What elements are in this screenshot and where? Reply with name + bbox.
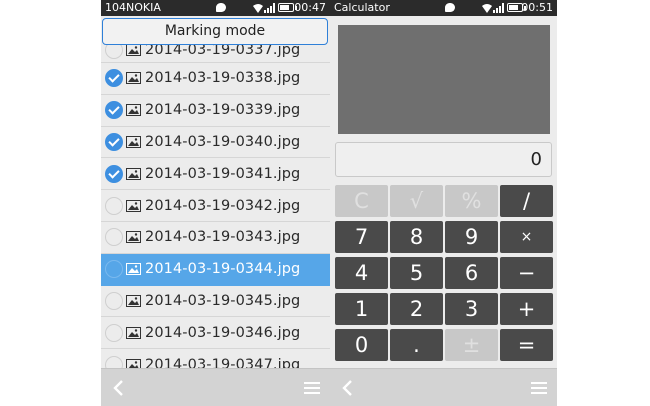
file-name: 2014-03-19-0338.jpg — [145, 70, 301, 87]
file-name: 2014-03-19-0341.jpg — [145, 165, 301, 182]
file-row[interactable]: 2014-03-19-0339.jpg — [101, 95, 330, 127]
file-row[interactable]: 2014-03-19-0340.jpg — [101, 127, 330, 159]
file-row[interactable]: 2014-03-19-0343.jpg — [101, 222, 330, 254]
image-file-icon — [126, 104, 141, 117]
key-4-1[interactable]: . — [390, 329, 443, 361]
key-1-1[interactable]: 8 — [390, 221, 443, 253]
split-view: 104NOKIA 00:47 Marking mode 2014-03-19-0… — [101, 0, 557, 406]
chat-notification-icon — [445, 3, 455, 12]
status-bar: Calculator 00:51 — [330, 0, 557, 16]
key-0-0: C — [335, 185, 388, 217]
selection-checkbox[interactable] — [105, 260, 123, 279]
status-title: Calculator — [334, 1, 390, 14]
key-2-2[interactable]: 6 — [445, 257, 498, 289]
file-row[interactable]: 2014-03-19-0345.jpg — [101, 286, 330, 318]
key-4-0[interactable]: 0 — [335, 329, 388, 361]
key-2-3[interactable]: − — [500, 257, 553, 289]
battery-icon — [278, 3, 297, 12]
file-row[interactable]: 2014-03-19-0337.jpg — [101, 41, 330, 63]
signal-icon — [264, 3, 275, 13]
navigation-bar — [101, 368, 330, 406]
key-3-3[interactable]: + — [500, 293, 553, 325]
menu-icon[interactable] — [529, 378, 549, 398]
image-file-icon — [126, 167, 141, 180]
file-row[interactable]: 2014-03-19-0342.jpg — [101, 190, 330, 222]
key-2-1[interactable]: 5 — [390, 257, 443, 289]
key-3-0[interactable]: 1 — [335, 293, 388, 325]
key-1-2[interactable]: 9 — [445, 221, 498, 253]
selection-checkbox[interactable] — [105, 228, 123, 247]
file-name: 2014-03-19-0339.jpg — [145, 102, 301, 119]
key-0-2: % — [445, 185, 498, 217]
status-title: 104NOKIA — [105, 1, 161, 14]
image-file-icon — [126, 263, 141, 276]
selection-checkbox[interactable] — [105, 132, 123, 151]
wifi-icon — [482, 4, 492, 13]
chat-notification-icon — [216, 3, 226, 12]
selection-checkbox[interactable] — [105, 291, 123, 310]
selection-checkbox[interactable] — [105, 101, 123, 120]
key-3-2[interactable]: 3 — [445, 293, 498, 325]
calculator-screen: Calculator 00:51 0 C √%/ 7 8 9 × 4 5 6− 1 2 3 +0. ± = — [330, 0, 557, 406]
file-name: 2014-03-19-0346.jpg — [145, 324, 301, 341]
image-file-icon — [126, 135, 141, 148]
key-4-2: ± — [445, 329, 498, 361]
file-row[interactable]: 2014-03-19-0338.jpg — [101, 63, 330, 95]
menu-icon[interactable] — [302, 378, 322, 398]
calculator-body: 0 C √%/ 7 8 9 × 4 5 6− 1 2 3 +0. ± = — [330, 16, 557, 368]
image-file-icon — [126, 44, 141, 56]
image-file-icon — [126, 72, 141, 85]
back-arrow-icon[interactable] — [109, 377, 131, 399]
file-name: 2014-03-19-0340.jpg — [145, 133, 301, 150]
navigation-bar — [330, 368, 557, 406]
gallery-screen: 104NOKIA 00:47 Marking mode 2014-03-19-0… — [101, 0, 330, 406]
key-2-0[interactable]: 4 — [335, 257, 388, 289]
marking-mode-banner: Marking mode — [102, 18, 328, 45]
image-file-icon — [126, 231, 141, 244]
selection-checkbox[interactable] — [105, 355, 123, 368]
selection-checkbox[interactable] — [105, 323, 123, 342]
file-rows: 2014-03-19-0337.jpg 2014-03-19-0338.jpg 20… — [101, 41, 330, 368]
key-3-1[interactable]: 2 — [390, 293, 443, 325]
file-row[interactable]: 2014-03-19-0347.jpg — [101, 349, 330, 368]
file-name: 2014-03-19-0345.jpg — [145, 292, 301, 309]
wifi-icon — [253, 4, 263, 13]
selection-checkbox[interactable] — [105, 164, 123, 183]
image-file-icon — [126, 294, 141, 307]
file-name: 2014-03-19-0342.jpg — [145, 197, 301, 214]
calculator-display: 0 — [335, 142, 552, 177]
key-0-3[interactable]: / — [500, 185, 553, 217]
key-1-3[interactable]: × — [500, 221, 553, 253]
file-row[interactable]: 2014-03-19-0341.jpg — [101, 158, 330, 191]
key-0-1: √ — [390, 185, 443, 217]
image-file-icon — [126, 326, 141, 339]
file-list[interactable]: Marking mode 2014-03-19-0337.jpg 2014-03-… — [101, 16, 330, 368]
selection-checkbox[interactable] — [105, 69, 123, 88]
back-arrow-icon[interactable] — [338, 377, 360, 399]
key-4-3[interactable]: = — [500, 329, 553, 361]
selection-checkbox[interactable] — [105, 196, 123, 215]
status-bar: 104NOKIA 00:47 — [101, 0, 330, 16]
file-row[interactable]: 2014-03-19-0346.jpg — [101, 317, 330, 350]
status-time: 00:47 — [294, 1, 326, 14]
status-time: 00:51 — [521, 1, 553, 14]
file-name: 2014-03-19-0343.jpg — [145, 229, 301, 246]
signal-icon — [493, 3, 504, 13]
file-name: 2014-03-19-0347.jpg — [145, 356, 301, 368]
key-1-0[interactable]: 7 — [335, 221, 388, 253]
file-name: 2014-03-19-0344.jpg — [145, 261, 301, 278]
file-row[interactable]: 2014-03-19-0344.jpg — [101, 253, 330, 286]
image-file-icon — [126, 199, 141, 212]
calculator-graph-area — [338, 25, 550, 134]
image-file-icon — [126, 358, 141, 368]
